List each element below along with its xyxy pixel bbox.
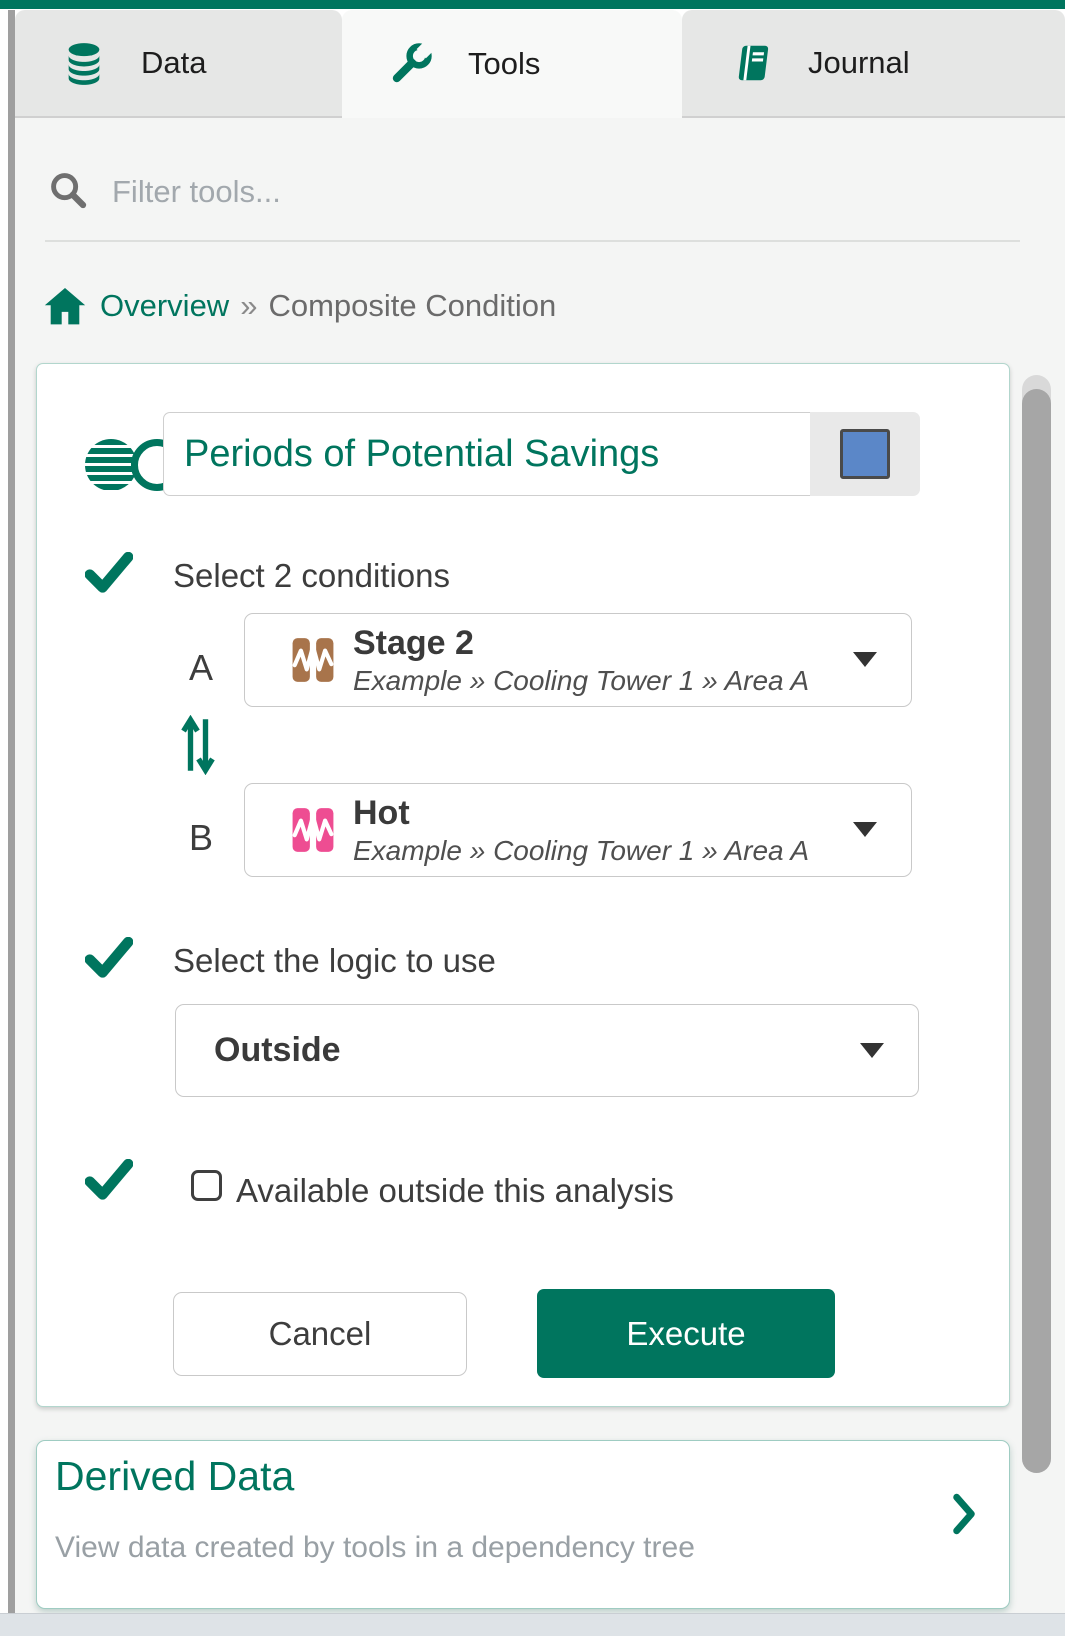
checkmark-icon — [85, 552, 133, 594]
condition-b-path: Example » Cooling Tower 1 » Area A — [353, 836, 809, 866]
condition-a-text: Stage 2 Example » Cooling Tower 1 » Area… — [353, 625, 809, 696]
execute-button[interactable]: Execute — [537, 1289, 835, 1378]
derived-data-card[interactable]: Derived Data View data created by tools … — [36, 1440, 1010, 1609]
cancel-button[interactable]: Cancel — [173, 1292, 467, 1376]
home-icon[interactable] — [43, 285, 87, 327]
conditions-step-label: Select 2 conditions — [173, 557, 450, 595]
breadcrumb-overview-link[interactable]: Overview — [100, 288, 229, 324]
condition-b-text: Hot Example » Cooling Tower 1 » Area A — [353, 795, 809, 866]
tab-tools-label: Tools — [468, 46, 540, 82]
condition-a-select[interactable]: Stage 2 Example » Cooling Tower 1 » Area… — [244, 613, 912, 707]
condition-a-path: Example » Cooling Tower 1 » Area A — [353, 666, 809, 696]
journal-book-icon — [728, 40, 774, 86]
tools-panel: Overview » Composite Condition — [15, 118, 1065, 1613]
top-accent-bar — [0, 0, 1065, 9]
condition-a-name: Stage 2 — [353, 625, 809, 661]
tab-journal[interactable]: Journal — [682, 10, 1065, 118]
logic-step-label: Select the logic to use — [173, 942, 496, 980]
tab-tools[interactable]: Tools — [342, 10, 682, 118]
divider — [45, 240, 1020, 242]
search-icon — [48, 170, 90, 212]
panel-resize-handle[interactable] — [8, 10, 15, 1613]
chevron-right-icon — [951, 1493, 977, 1535]
logic-selected-value: Outside — [214, 1031, 341, 1070]
tab-journal-label: Journal — [808, 45, 910, 81]
composite-condition-card: Select 2 conditions A Stage 2 Example » … — [36, 363, 1010, 1407]
condition-capsules-icon — [288, 635, 338, 685]
chevron-down-icon — [860, 1043, 884, 1058]
available-outside-label: Available outside this analysis — [236, 1172, 674, 1210]
swap-conditions-button[interactable] — [179, 715, 217, 775]
wrench-icon — [388, 41, 434, 87]
breadcrumb-separator: » — [240, 288, 257, 324]
chevron-down-icon — [853, 822, 877, 837]
derived-data-subtitle: View data created by tools in a dependen… — [55, 1531, 695, 1565]
logic-select[interactable]: Outside — [175, 1004, 919, 1097]
condition-b-name: Hot — [353, 795, 809, 831]
condition-b-select[interactable]: Hot Example » Cooling Tower 1 » Area A — [244, 783, 912, 877]
breadcrumb-current: Composite Condition — [268, 288, 556, 324]
tool-name-input[interactable] — [163, 412, 810, 496]
available-outside-checkbox[interactable] — [191, 1170, 222, 1201]
condition-capsules-icon — [288, 805, 338, 855]
tool-name-group — [163, 412, 920, 496]
bottom-strip — [0, 1613, 1065, 1636]
condition-a-key: A — [189, 647, 213, 689]
color-picker-addon[interactable] — [810, 412, 920, 496]
derived-data-title: Derived Data — [55, 1453, 294, 1500]
filter-tools-input[interactable] — [110, 164, 834, 220]
tab-data[interactable]: Data — [15, 10, 342, 118]
color-swatch[interactable] — [840, 429, 890, 479]
breadcrumb: Overview » Composite Condition — [43, 281, 556, 331]
database-icon — [61, 40, 107, 86]
tab-data-label: Data — [141, 45, 206, 81]
checkmark-icon — [85, 1159, 133, 1201]
checkmark-icon — [85, 937, 133, 979]
scrollbar-thumb[interactable] — [1022, 389, 1051, 1473]
condition-b-key: B — [189, 817, 213, 859]
chevron-down-icon — [853, 652, 877, 667]
